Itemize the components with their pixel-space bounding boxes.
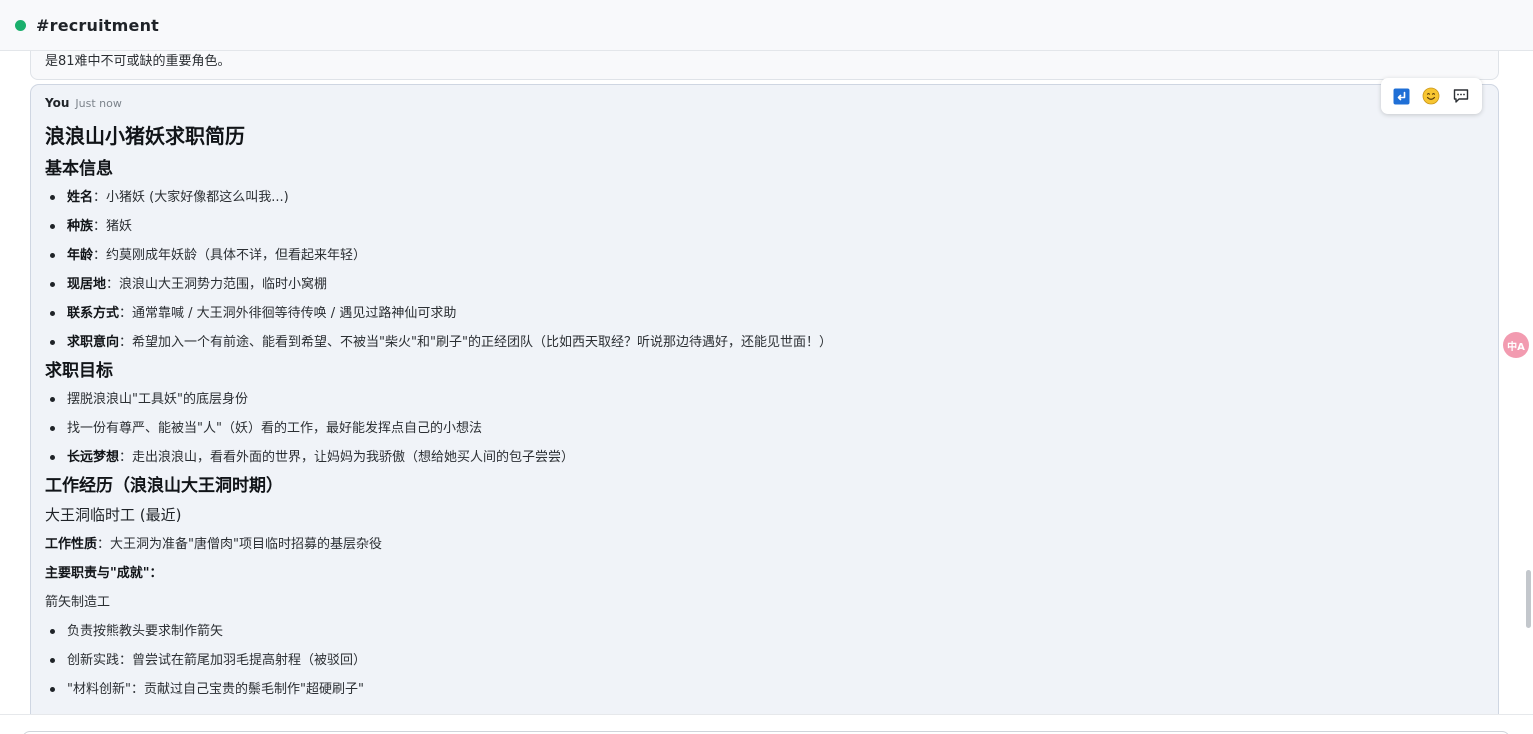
item-value: 希望加入一个有前途、能看到希望、不被当"柴火"和"刷子"的正经团队（比如西天取经… <box>132 335 832 350</box>
list-item: 摆脱浪浪山"工具妖"的底层身份 <box>45 385 1484 414</box>
channel-header: #recruitment <box>0 0 1533 51</box>
item-label: 长远梦想 <box>67 450 120 465</box>
item-value: 走出浪浪山，看看外面的世界，让妈妈为我骄傲（想给她买人间的包子尝尝） <box>132 450 575 465</box>
list-item: 现居地：浪浪山大王洞势力范围，临时小窝棚 <box>45 270 1484 299</box>
duties-list: 负责按熊教头要求制作箭矢 创新实践：曾尝试在箭尾加羽毛提高射程（被驳回） "材料… <box>45 617 1484 704</box>
message-meta: You Just now <box>45 96 1484 112</box>
resume-title: 浪浪山小猪妖求职简历 <box>45 124 245 148</box>
previous-message-text: 是81难中不可或缺的重要角色。 <box>45 54 231 69</box>
item-value: 猪妖 <box>106 219 133 234</box>
list-item: 求职意向：希望加入一个有前途、能看到希望、不被当"柴火"和"刷子"的正经团队（比… <box>45 328 1484 357</box>
role-name: 箭矢制造工 <box>45 595 111 610</box>
online-status-dot <box>15 19 26 31</box>
translate-button[interactable]: 中A <box>1503 332 1529 358</box>
item-value: 小猪妖 (大家好像都这么叫我...) <box>106 190 289 205</box>
scrollbar-thumb[interactable] <box>1526 570 1531 628</box>
emoji-icon[interactable] <box>1419 84 1443 108</box>
comment-icon[interactable] <box>1449 84 1473 108</box>
item-label: 姓名 <box>67 190 94 205</box>
experience-heading: 工作经历（浪浪山大王洞时期） <box>45 476 283 496</box>
list-item: 负责按熊教头要求制作箭矢 <box>45 617 1484 646</box>
translate-label: 中A <box>1507 341 1525 353</box>
goals-heading: 求职目标 <box>45 361 113 381</box>
item-label: 求职意向 <box>67 335 120 350</box>
item-value: 浪浪山大王洞势力范围，临时小窝棚 <box>119 277 328 292</box>
list-item: 创新实践：曾尝试在箭尾加羽毛提高射程（被驳回） <box>45 646 1484 675</box>
list-item: 长远梦想：走出浪浪山，看看外面的世界，让妈妈为我骄傲（想给她买人间的包子尝尝） <box>45 443 1484 472</box>
job-title: 大王洞临时工 (最近) <box>45 506 182 524</box>
message-author: You <box>45 96 70 110</box>
list-item: 年龄：约莫刚成年妖龄（具体不详，但看起来年轻） <box>45 241 1484 270</box>
job-nature: 工作性质：大王洞为准备"唐僧肉"项目临时招募的基层杂役 <box>45 537 382 552</box>
message-timestamp: Just now <box>75 97 122 110</box>
list-item: 种族：猪妖 <box>45 212 1484 241</box>
duties-label: 主要职责与"成就"： <box>45 566 163 581</box>
list-item: "材料创新"：贡献过自己宝贵的鬃毛制作"超硬刷子" <box>45 675 1484 704</box>
item-label: 联系方式 <box>67 306 120 321</box>
basic-info-heading: 基本信息 <box>45 159 113 179</box>
message-card: You Just now 浪浪山小猪妖求职简历 基本信息 姓名：小猪妖 (大家好… <box>30 84 1499 734</box>
item-label: 种族 <box>67 219 94 234</box>
basic-info-list: 姓名：小猪妖 (大家好像都这么叫我...) 种族：猪妖 年龄：约莫刚成年妖龄（具… <box>45 183 1484 357</box>
list-item: 联系方式：通常靠喊 / 大王洞外徘徊等待传唤 / 遇见过路神仙可求助 <box>45 299 1484 328</box>
item-label: 现居地 <box>67 277 107 292</box>
item-value: 通常靠喊 / 大王洞外徘徊等待传唤 / 遇见过路神仙可求助 <box>132 306 457 321</box>
goals-list: 摆脱浪浪山"工具妖"的底层身份 找一份有尊严、能被当"人"（妖）看的工作，最好能… <box>45 385 1484 472</box>
list-item: 姓名：小猪妖 (大家好像都这么叫我...) <box>45 183 1484 212</box>
list-item: 找一份有尊严、能被当"人"（妖）看的工作，最好能发挥点自己的小想法 <box>45 414 1484 443</box>
reply-icon[interactable] <box>1390 84 1414 108</box>
channel-title: #recruitment <box>36 15 160 35</box>
item-label: 年龄 <box>67 248 94 263</box>
item-value: 约莫刚成年妖龄（具体不详，但看起来年轻） <box>106 248 367 263</box>
message-actions-toolbar <box>1381 78 1482 114</box>
